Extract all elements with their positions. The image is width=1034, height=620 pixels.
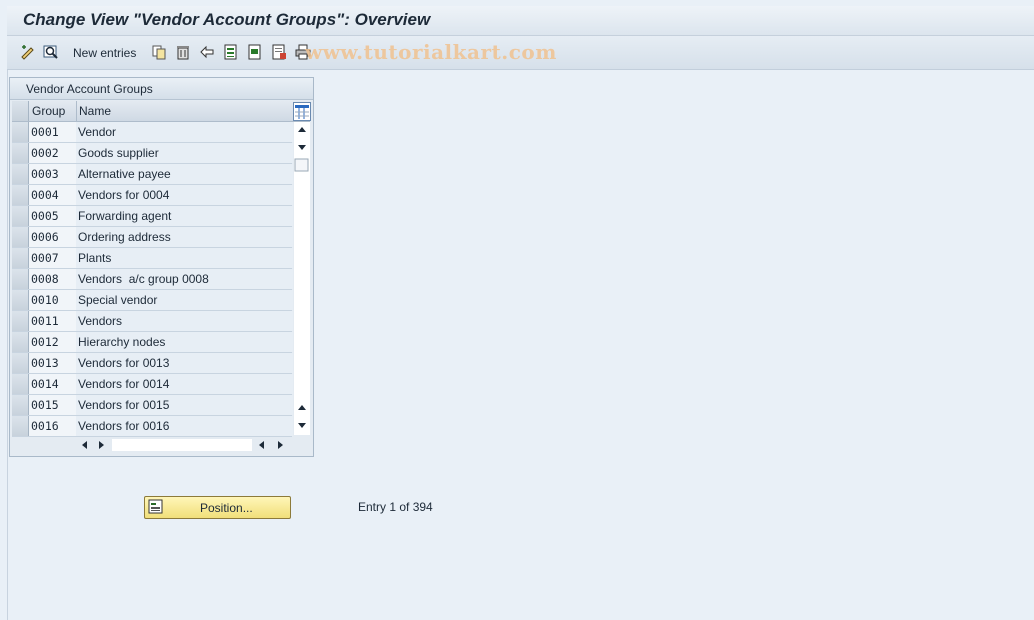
watermark: www.tutorialkart.com	[305, 40, 557, 64]
cell-name: Forwarding agent	[78, 209, 172, 223]
table-row[interactable]: 0015 Vendors for 0015	[12, 395, 293, 416]
row-selector[interactable]	[12, 248, 29, 268]
vendor-account-groups-table: Vendor Account Groups Group Name 0001 Ven…	[9, 77, 314, 457]
select-all-rows-button[interactable]	[12, 101, 29, 121]
cell-name: Plants	[78, 251, 112, 265]
column-header-group[interactable]: Group	[32, 104, 65, 118]
select-all-icon[interactable]	[222, 43, 240, 61]
cell-group: 0013	[31, 356, 59, 370]
new-entries-button[interactable]: New entries	[73, 46, 136, 60]
cell-name: Vendor	[78, 125, 117, 139]
cell-group: 0006	[31, 230, 59, 244]
table-body: 0001 Vendor 0002 Goods supplier 0003 Alternat…	[12, 122, 293, 437]
column-header-name[interactable]: Name	[79, 104, 111, 118]
cell-group: 0004	[31, 188, 59, 202]
table-row[interactable]: 0011 Vendors	[12, 311, 293, 332]
column-divider[interactable]	[76, 101, 77, 121]
row-selector[interactable]	[12, 311, 29, 331]
table-row[interactable]: 0010 Special vendor	[12, 290, 293, 311]
cell-name: Vendors a/c group 0008	[78, 272, 209, 286]
vertical-scrollbar[interactable]	[294, 122, 310, 435]
row-selector[interactable]	[12, 122, 29, 142]
row-selector[interactable]	[12, 143, 29, 163]
copy-icon[interactable]	[150, 43, 168, 61]
table-header: Group Name	[12, 101, 311, 122]
table-row[interactable]: 0016 Vendors for 0016	[12, 416, 293, 437]
deselect-all-icon[interactable]	[270, 43, 288, 61]
table-row[interactable]: 0007 Plants	[12, 248, 293, 269]
table-title: Vendor Account Groups	[26, 82, 153, 96]
undo-icon[interactable]	[198, 43, 216, 61]
cell-group: 0002	[31, 146, 59, 160]
row-selector[interactable]	[12, 164, 29, 184]
display-change-icon[interactable]	[19, 43, 37, 61]
horizontal-scrollbar[interactable]	[76, 437, 290, 453]
scroll-down-icon	[298, 145, 306, 150]
table-row[interactable]: 0002 Goods supplier	[12, 143, 293, 164]
cell-name: Special vendor	[78, 293, 158, 307]
cell-name: Vendors for 0016	[78, 419, 170, 433]
row-selector[interactable]	[12, 332, 29, 352]
row-selector[interactable]	[12, 269, 29, 289]
entry-counter: Entry 1 of 394	[358, 500, 433, 514]
cell-name: Goods supplier	[78, 146, 159, 160]
row-selector[interactable]	[12, 206, 29, 226]
scroll-page-up-icon	[298, 405, 306, 410]
cell-name: Vendors for 0015	[78, 398, 170, 412]
delete-icon[interactable]	[174, 43, 192, 61]
cell-group: 0003	[31, 167, 59, 181]
position-button-label: Position...	[200, 501, 253, 515]
cell-name: Vendors	[78, 314, 123, 328]
row-selector[interactable]	[12, 290, 29, 310]
table-title-bar: Vendor Account Groups	[10, 78, 313, 100]
cell-group: 0008	[31, 272, 59, 286]
scroll-up-icon	[298, 127, 306, 132]
cell-group: 0014	[31, 377, 59, 391]
cell-group: 0007	[31, 251, 59, 265]
position-button[interactable]: Position...	[144, 496, 291, 519]
cell-group: 0010	[31, 293, 59, 307]
cell-name: Hierarchy nodes	[78, 335, 166, 349]
table-settings-icon[interactable]	[293, 102, 311, 121]
table-row[interactable]: 0003 Alternative payee	[12, 164, 293, 185]
row-selector[interactable]	[12, 353, 29, 373]
row-selector[interactable]	[12, 185, 29, 205]
row-selector[interactable]	[12, 416, 29, 436]
position-icon	[148, 499, 164, 520]
cell-group: 0015	[31, 398, 59, 412]
cell-name: Vendors for 0013	[78, 356, 170, 370]
table-row[interactable]: 0008 Vendors a/c group 0008	[12, 269, 293, 290]
select-block-icon[interactable]	[246, 43, 264, 61]
table-row[interactable]: 0005 Forwarding agent	[12, 206, 293, 227]
table-row[interactable]: 0006 Ordering address	[12, 227, 293, 248]
row-selector[interactable]	[12, 227, 29, 247]
cell-group: 0005	[31, 209, 59, 223]
scroll-page-down-icon	[298, 423, 306, 428]
cell-name: Vendors for 0014	[78, 377, 170, 391]
row-selector[interactable]	[12, 374, 29, 394]
table-row[interactable]: 0013 Vendors for 0013	[12, 353, 293, 374]
table-row[interactable]: 0014 Vendors for 0014	[12, 374, 293, 395]
page-title: Change View "Vendor Account Groups": Ove…	[23, 10, 431, 29]
table-row[interactable]: 0004 Vendors for 0004	[12, 185, 293, 206]
cell-group: 0001	[31, 125, 59, 139]
cell-group: 0016	[31, 419, 59, 433]
cell-group: 0012	[31, 335, 59, 349]
cell-name: Alternative payee	[78, 167, 171, 181]
cell-group: 0011	[31, 314, 59, 328]
row-selector[interactable]	[12, 395, 29, 415]
find-icon[interactable]	[42, 43, 60, 61]
cell-name: Vendors for 0004	[78, 188, 170, 202]
table-row[interactable]: 0012 Hierarchy nodes	[12, 332, 293, 353]
title-bar: Change View "Vendor Account Groups": Ove…	[7, 6, 1034, 36]
table-row[interactable]: 0001 Vendor	[12, 122, 293, 143]
cell-name: Ordering address	[78, 230, 171, 244]
